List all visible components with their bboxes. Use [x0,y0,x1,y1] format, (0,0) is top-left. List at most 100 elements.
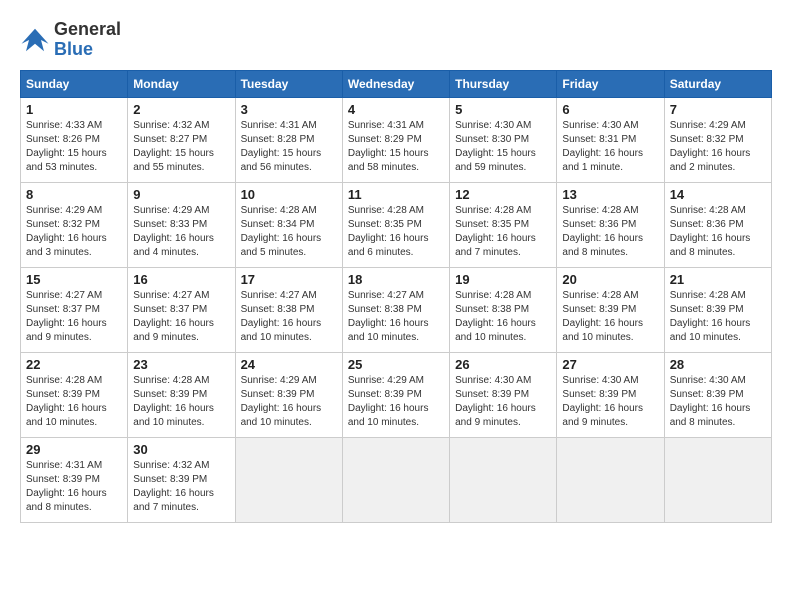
day-number: 13 [562,187,658,202]
calendar-cell-empty [342,437,449,522]
calendar-cell-day-5: 5 Sunrise: 4:30 AMSunset: 8:30 PMDaylight… [450,97,557,182]
day-number: 23 [133,357,229,372]
column-header-monday: Monday [128,70,235,97]
calendar-cell-day-11: 11 Sunrise: 4:28 AMSunset: 8:35 PMDayligh… [342,182,449,267]
day-info: Sunrise: 4:30 AMSunset: 8:31 PMDaylight:… [562,119,658,175]
day-number: 29 [26,442,122,457]
calendar-cell-empty [664,437,771,522]
logo: General Blue [20,20,121,60]
day-info: Sunrise: 4:28 AMSunset: 8:36 PMDaylight:… [670,204,766,260]
day-number: 21 [670,272,766,287]
day-info: Sunrise: 4:27 AMSunset: 8:37 PMDaylight:… [133,289,229,345]
day-info: Sunrise: 4:30 AMSunset: 8:30 PMDaylight:… [455,119,551,175]
calendar-cell-day-15: 15 Sunrise: 4:27 AMSunset: 8:37 PMDayligh… [21,267,128,352]
day-number: 1 [26,102,122,117]
day-number: 7 [670,102,766,117]
calendar-cell-empty [450,437,557,522]
calendar-cell-day-29: 29 Sunrise: 4:31 AMSunset: 8:39 PMDayligh… [21,437,128,522]
day-number: 5 [455,102,551,117]
calendar-cell-day-22: 22 Sunrise: 4:28 AMSunset: 8:39 PMDayligh… [21,352,128,437]
day-number: 14 [670,187,766,202]
column-header-friday: Friday [557,70,664,97]
calendar-cell-day-27: 27 Sunrise: 4:30 AMSunset: 8:39 PMDayligh… [557,352,664,437]
day-info: Sunrise: 4:27 AMSunset: 8:38 PMDaylight:… [241,289,337,345]
day-number: 17 [241,272,337,287]
page-header: General Blue [20,20,772,60]
calendar-cell-day-8: 8 Sunrise: 4:29 AMSunset: 8:32 PMDaylight… [21,182,128,267]
calendar-week-row: 29 Sunrise: 4:31 AMSunset: 8:39 PMDayligh… [21,437,772,522]
calendar-cell-day-7: 7Sunrise: 4:29 AMSunset: 8:32 PMDaylight… [664,97,771,182]
day-number: 8 [26,187,122,202]
day-info: Sunrise: 4:31 AMSunset: 8:39 PMDaylight:… [26,459,122,515]
day-info: Sunrise: 4:29 AMSunset: 8:33 PMDaylight:… [133,204,229,260]
day-info: Sunrise: 4:32 AMSunset: 8:27 PMDaylight:… [133,119,229,175]
day-number: 4 [348,102,444,117]
column-header-sunday: Sunday [21,70,128,97]
calendar-cell-day-25: 25 Sunrise: 4:29 AMSunset: 8:39 PMDayligh… [342,352,449,437]
day-number: 10 [241,187,337,202]
calendar-cell-day-14: 14 Sunrise: 4:28 AMSunset: 8:36 PMDayligh… [664,182,771,267]
day-number: 24 [241,357,337,372]
day-info: Sunrise: 4:30 AMSunset: 8:39 PMDaylight:… [562,374,658,430]
day-number: 15 [26,272,122,287]
day-info: Sunrise: 4:30 AMSunset: 8:39 PMDaylight:… [455,374,551,430]
column-header-wednesday: Wednesday [342,70,449,97]
day-info: Sunrise: 4:29 AMSunset: 8:39 PMDaylight:… [348,374,444,430]
calendar-cell-day-10: 10 Sunrise: 4:28 AMSunset: 8:34 PMDayligh… [235,182,342,267]
day-info: Sunrise: 4:29 AMSunset: 8:32 PMDaylight:… [26,204,122,260]
day-number: 19 [455,272,551,287]
day-number: 22 [26,357,122,372]
calendar-week-row: 8 Sunrise: 4:29 AMSunset: 8:32 PMDaylight… [21,182,772,267]
logo-text: General Blue [54,20,121,60]
day-number: 12 [455,187,551,202]
calendar-cell-day-30: 30 Sunrise: 4:32 AMSunset: 8:39 PMDayligh… [128,437,235,522]
calendar-cell-day-16: 16 Sunrise: 4:27 AMSunset: 8:37 PMDayligh… [128,267,235,352]
day-number: 30 [133,442,229,457]
day-number: 20 [562,272,658,287]
day-number: 28 [670,357,766,372]
day-info: Sunrise: 4:28 AMSunset: 8:39 PMDaylight:… [26,374,122,430]
day-number: 25 [348,357,444,372]
day-info: Sunrise: 4:32 AMSunset: 8:39 PMDaylight:… [133,459,229,515]
calendar-cell-day-21: 21Sunrise: 4:28 AMSunset: 8:39 PMDayligh… [664,267,771,352]
calendar-week-row: 15 Sunrise: 4:27 AMSunset: 8:37 PMDayligh… [21,267,772,352]
day-number: 18 [348,272,444,287]
calendar-cell-day-13: 13 Sunrise: 4:28 AMSunset: 8:36 PMDayligh… [557,182,664,267]
day-info: Sunrise: 4:28 AMSunset: 8:35 PMDaylight:… [455,204,551,260]
calendar-cell-day-2: 2 Sunrise: 4:32 AMSunset: 8:27 PMDaylight… [128,97,235,182]
calendar-cell-day-4: 4Sunrise: 4:31 AMSunset: 8:29 PMDaylight… [342,97,449,182]
column-header-thursday: Thursday [450,70,557,97]
day-info: Sunrise: 4:28 AMSunset: 8:39 PMDaylight:… [562,289,658,345]
day-number: 16 [133,272,229,287]
day-number: 3 [241,102,337,117]
calendar-week-row: 22 Sunrise: 4:28 AMSunset: 8:39 PMDayligh… [21,352,772,437]
calendar-cell-day-28: 28Sunrise: 4:30 AMSunset: 8:39 PMDayligh… [664,352,771,437]
day-info: Sunrise: 4:33 AMSunset: 8:26 PMDaylight:… [26,119,122,175]
calendar-cell-day-18: 18Sunrise: 4:27 AMSunset: 8:38 PMDayligh… [342,267,449,352]
calendar-cell-day-9: 9 Sunrise: 4:29 AMSunset: 8:33 PMDaylight… [128,182,235,267]
calendar-week-row: 1 Sunrise: 4:33 AMSunset: 8:26 PMDaylight… [21,97,772,182]
calendar-cell-day-1: 1 Sunrise: 4:33 AMSunset: 8:26 PMDaylight… [21,97,128,182]
day-info: Sunrise: 4:28 AMSunset: 8:36 PMDaylight:… [562,204,658,260]
calendar-cell-empty [557,437,664,522]
day-number: 27 [562,357,658,372]
day-number: 2 [133,102,229,117]
calendar-cell-day-23: 23Sunrise: 4:28 AMSunset: 8:39 PMDayligh… [128,352,235,437]
day-number: 11 [348,187,444,202]
day-info: Sunrise: 4:28 AMSunset: 8:34 PMDaylight:… [241,204,337,260]
calendar-cell-day-19: 19 Sunrise: 4:28 AMSunset: 8:38 PMDayligh… [450,267,557,352]
day-info: Sunrise: 4:28 AMSunset: 8:35 PMDaylight:… [348,204,444,260]
calendar-cell-empty [235,437,342,522]
day-number: 9 [133,187,229,202]
calendar-cell-day-17: 17 Sunrise: 4:27 AMSunset: 8:38 PMDayligh… [235,267,342,352]
day-info: Sunrise: 4:28 AMSunset: 8:38 PMDaylight:… [455,289,551,345]
day-number: 26 [455,357,551,372]
day-info: Sunrise: 4:27 AMSunset: 8:37 PMDaylight:… [26,289,122,345]
logo-icon [20,25,50,55]
column-header-tuesday: Tuesday [235,70,342,97]
calendar-cell-day-24: 24Sunrise: 4:29 AMSunset: 8:39 PMDayligh… [235,352,342,437]
day-number: 6 [562,102,658,117]
calendar-cell-day-20: 20 Sunrise: 4:28 AMSunset: 8:39 PMDayligh… [557,267,664,352]
calendar-cell-day-3: 3Sunrise: 4:31 AMSunset: 8:28 PMDaylight… [235,97,342,182]
calendar-cell-day-6: 6 Sunrise: 4:30 AMSunset: 8:31 PMDaylight… [557,97,664,182]
